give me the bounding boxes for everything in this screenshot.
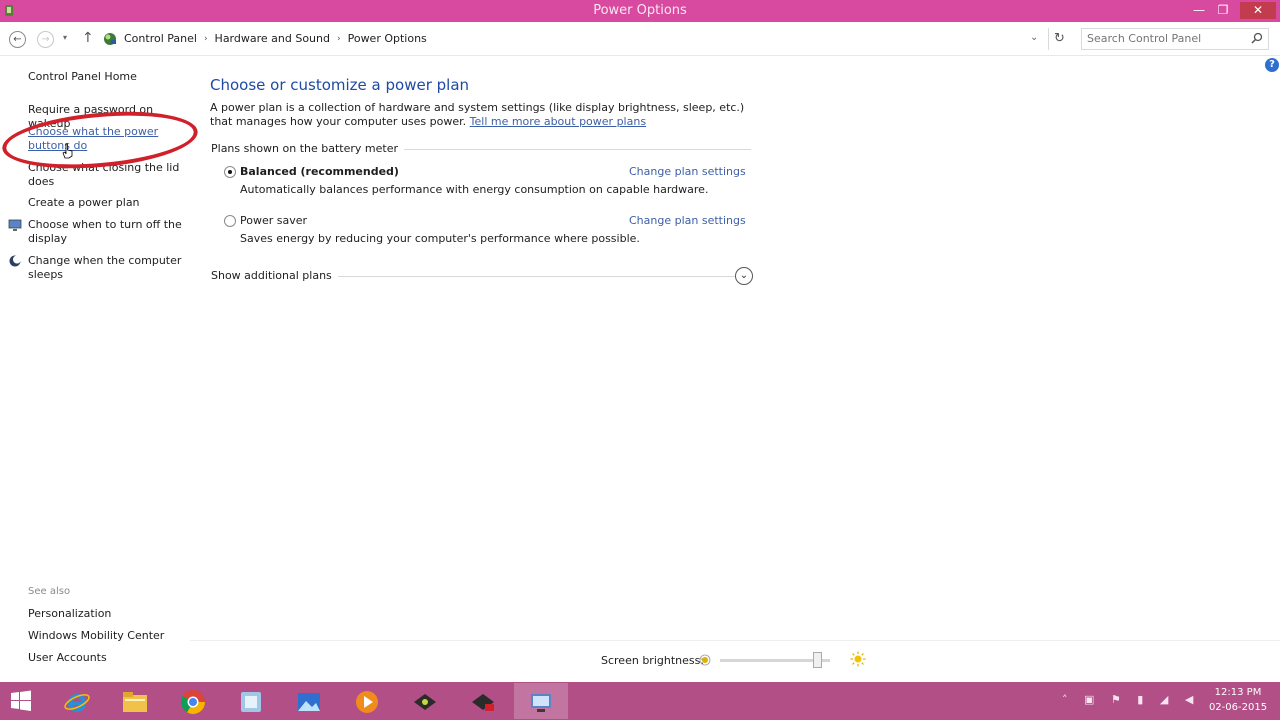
taskbar-app-dark[interactable] (398, 683, 452, 719)
taskbar-media-player[interactable] (340, 683, 394, 719)
network-icon[interactable]: ◢ (1160, 693, 1168, 706)
brightness-label: Screen brightness: (601, 654, 705, 667)
control-panel-icon (104, 33, 116, 45)
volume-icon[interactable]: ◀ (1185, 693, 1193, 706)
forward-button[interactable]: → (37, 31, 54, 48)
hand-cursor-icon (62, 143, 73, 159)
taskbar-chrome[interactable] (166, 683, 220, 719)
clock-time: 12:13 PM (1214, 687, 1262, 698)
show-additional-plans-label[interactable]: Show additional plans (211, 269, 338, 282)
control-panel-home-link[interactable]: Control Panel Home (28, 70, 188, 84)
system-tray: ˄ ▣ ⚑ ▮ ◢ ◀ (1062, 693, 1206, 706)
page-title: Choose or customize a power plan (210, 76, 470, 94)
display-icon (8, 219, 22, 231)
brightness-bar: Screen brightness: (190, 640, 1280, 682)
app-dark-icon (414, 694, 436, 710)
refresh-button[interactable]: ↻ (1048, 28, 1070, 50)
breadcrumb-hardware-and-sound[interactable]: Hardware and Sound (215, 32, 330, 45)
control-panel-taskbar-icon (531, 694, 551, 712)
mobility-center-link[interactable]: Windows Mobility Center (28, 629, 188, 643)
maximize-button[interactable]: ❐ (1212, 2, 1234, 19)
personalization-link[interactable]: Personalization (28, 607, 188, 621)
balanced-plan-description: Automatically balances performance with … (240, 183, 709, 196)
battery-icon[interactable]: ▮ (1137, 693, 1143, 706)
chrome-icon (180, 690, 205, 715)
close-button[interactable]: ✕ (1240, 2, 1276, 19)
taskbar: ˄ ▣ ⚑ ▮ ◢ ◀ 12:13 PM 02-06-2015 (0, 682, 1280, 720)
taskbar-file-explorer[interactable] (108, 683, 162, 719)
show-hidden-icons[interactable]: ˄ (1062, 693, 1068, 706)
photos-icon (298, 693, 320, 711)
sleep-moon-icon (9, 255, 21, 267)
search-box[interactable] (1081, 28, 1269, 50)
app-icon (241, 692, 261, 712)
expand-chevron-icon[interactable]: ⌄ (735, 267, 753, 285)
see-also-heading: See also (28, 586, 71, 597)
help-icon[interactable]: ? (1265, 58, 1279, 72)
power-saver-plan-radio[interactable] (224, 215, 236, 227)
address-bar[interactable]: Control Panel › Hardware and Sound › Pow… (100, 28, 1046, 50)
action-center-flag-icon[interactable]: ⚑ (1111, 693, 1121, 706)
balanced-plan-radio[interactable] (224, 166, 236, 178)
taskbar-control-panel[interactable] (514, 683, 568, 719)
minimize-button[interactable]: — (1188, 2, 1210, 19)
power-saver-plan-name[interactable]: Power saver (240, 214, 307, 227)
power-saver-change-settings-link[interactable]: Change plan settings (629, 214, 746, 227)
search-input[interactable] (1087, 32, 1247, 45)
breadcrumb-separator-icon[interactable]: › (204, 34, 208, 44)
main-content: Choose or customize a power plan A power… (190, 56, 1280, 682)
taskbar-photos[interactable] (282, 683, 336, 719)
up-button[interactable]: ↑ (82, 30, 94, 46)
taskbar-internet-explorer[interactable] (50, 683, 104, 719)
create-power-plan-link[interactable]: Create a power plan (28, 196, 188, 210)
taskbar-app[interactable] (224, 683, 278, 719)
balanced-plan-name[interactable]: Balanced (recommended) (240, 165, 399, 178)
app-dark-2-icon (472, 694, 494, 711)
user-accounts-link[interactable]: User Accounts (28, 651, 188, 665)
recent-locations-icon[interactable]: ▾ (63, 33, 67, 42)
breadcrumb: Control Panel › Hardware and Sound › Pow… (124, 32, 427, 45)
power-saver-plan-description: Saves energy by reducing your computer's… (240, 232, 640, 245)
breadcrumb-power-options[interactable]: Power Options (348, 32, 427, 45)
title-bar: Power Options — ❐ ✕ (0, 0, 1280, 22)
page-description: A power plan is a collection of hardware… (210, 101, 770, 129)
plans-group-heading: Plans shown on the battery meter (211, 142, 405, 155)
address-dropdown-icon[interactable]: ⌄ (1030, 32, 1038, 43)
learn-more-link[interactable]: Tell me more about power plans (470, 115, 646, 128)
windows-start-icon[interactable] (10, 690, 32, 712)
search-icon[interactable] (1251, 32, 1263, 44)
turn-off-display-link[interactable]: Choose when to turn off the display (28, 218, 188, 246)
balanced-change-settings-link[interactable]: Change plan settings (629, 165, 746, 178)
internet-explorer-icon (64, 694, 90, 712)
left-pane: Control Panel Home Require a password on… (0, 56, 200, 682)
computer-sleeps-link[interactable]: Change when the computer sleeps (28, 254, 188, 282)
tray-app-icon[interactable]: ▣ (1084, 693, 1094, 706)
bright-sun-icon (850, 651, 866, 667)
breadcrumb-separator-icon[interactable]: › (337, 34, 341, 44)
navigation-bar: ← → ▾ ↑ Control Panel › Hardware and Sou… (0, 22, 1280, 56)
clock-date: 02-06-2015 (1208, 702, 1268, 713)
brightness-slider-thumb[interactable] (812, 652, 822, 668)
breadcrumb-control-panel[interactable]: Control Panel (124, 32, 197, 45)
dim-sun-icon (699, 654, 711, 666)
back-button[interactable]: ← (9, 31, 26, 48)
media-player-icon (356, 691, 378, 713)
taskbar-clock[interactable]: 12:13 PM 02-06-2015 (1198, 685, 1278, 715)
folder-icon (123, 692, 147, 712)
window-title: Power Options (593, 3, 687, 18)
taskbar-app-dark-2[interactable] (456, 683, 510, 719)
